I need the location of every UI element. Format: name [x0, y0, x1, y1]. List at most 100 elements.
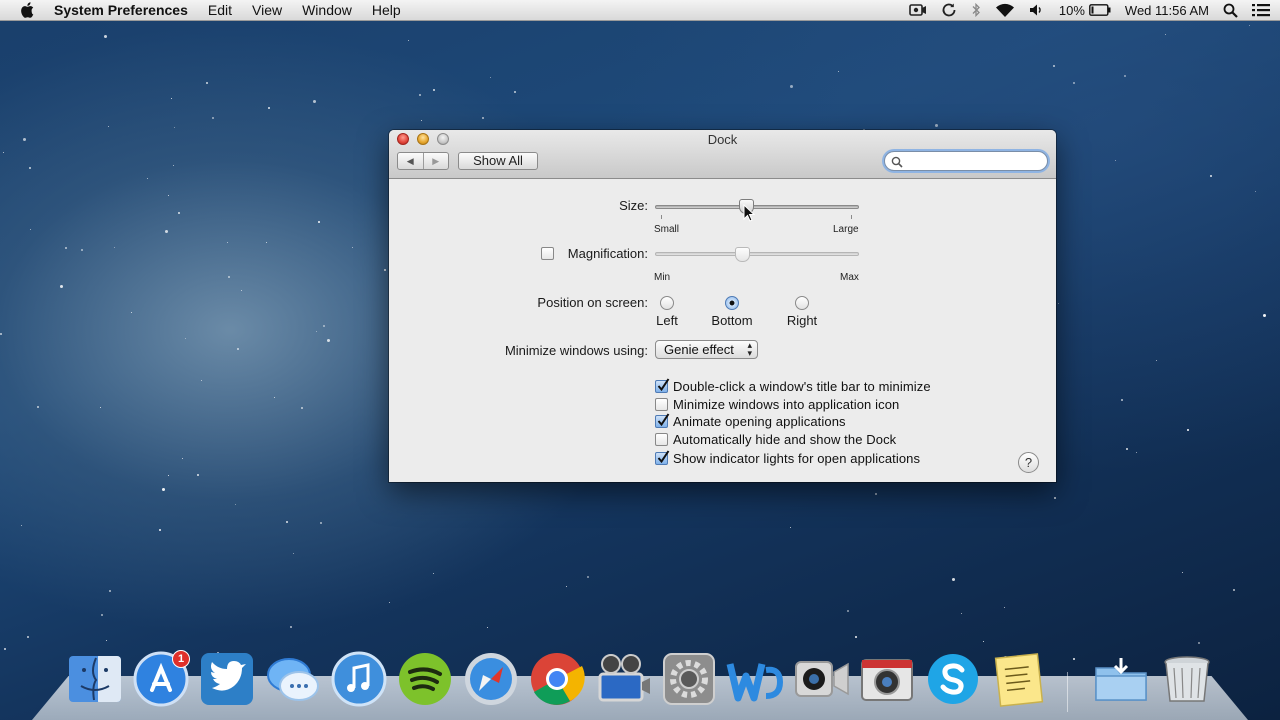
system-preferences-icon[interactable] [660, 650, 718, 708]
size-max-label: Large [833, 224, 859, 235]
search-field[interactable] [884, 151, 1048, 171]
star [1124, 75, 1126, 77]
screen-record-icon[interactable] [909, 3, 927, 17]
autohide-dock-label[interactable]: Automatically hide and show the Dock [673, 432, 896, 447]
chrome-icon[interactable] [528, 650, 586, 708]
facetime-icon[interactable] [792, 650, 850, 708]
star [318, 221, 320, 223]
star [201, 380, 202, 381]
downloads-folder-icon[interactable] [1092, 650, 1150, 708]
star [241, 290, 242, 291]
word-icon[interactable] [726, 650, 784, 708]
position-bottom-label[interactable]: Bottom [702, 313, 762, 328]
forward-button[interactable]: ▶ [422, 153, 449, 169]
star [514, 91, 516, 93]
minimize-into-icon-label[interactable]: Minimize windows into application icon [673, 397, 899, 412]
twitter-icon[interactable] [198, 650, 256, 708]
indicator-lights-checkbox[interactable] [655, 450, 670, 465]
star [790, 527, 791, 528]
star [60, 285, 63, 288]
animate-opening-label[interactable]: Animate opening applications [673, 414, 846, 429]
star [566, 586, 567, 587]
wifi-icon[interactable] [995, 3, 1015, 18]
time-machine-icon[interactable] [941, 2, 957, 18]
star [290, 626, 292, 628]
minimize-effect-popup[interactable]: Genie effect ▴ ▾ [655, 340, 758, 359]
photo-booth-icon[interactable] [858, 650, 916, 708]
position-right-label[interactable]: Right [777, 313, 827, 328]
star [274, 397, 275, 398]
star [1233, 589, 1235, 591]
position-left-label[interactable]: Left [647, 313, 687, 328]
star [109, 590, 111, 592]
trash-icon[interactable] [1158, 650, 1216, 708]
position-label: Position on screen: [537, 295, 648, 310]
star [1115, 160, 1116, 161]
star [197, 474, 199, 476]
help-button[interactable]: ? [1018, 452, 1039, 473]
minimize-into-icon-checkbox[interactable] [655, 398, 668, 411]
star [21, 525, 22, 526]
position-right-radio[interactable] [795, 296, 809, 310]
menu-window[interactable]: Window [302, 2, 352, 18]
magnification-slider-track[interactable] [655, 252, 859, 256]
back-button[interactable]: ◀ [398, 153, 423, 169]
autohide-dock-checkbox[interactable] [655, 433, 668, 446]
window-toolbar[interactable]: Dock ◀ ▶ Show All [389, 130, 1056, 179]
star [168, 475, 169, 476]
app-store-badge: 1 [172, 650, 190, 668]
indicator-lights-label[interactable]: Show indicator lights for open applicati… [673, 451, 920, 466]
star [0, 333, 2, 335]
star [587, 576, 589, 578]
star [1182, 572, 1183, 573]
imovie-icon[interactable] [594, 650, 652, 708]
double-click-minimize-label[interactable]: Double-click a window's title bar to min… [673, 379, 931, 394]
star [1121, 399, 1123, 401]
apple-menu-icon[interactable] [20, 2, 34, 18]
position-left-radio[interactable] [660, 296, 674, 310]
star [1156, 360, 1157, 361]
star [490, 77, 491, 78]
star [352, 247, 353, 248]
star [487, 627, 488, 628]
finder-icon[interactable] [66, 650, 124, 708]
star [227, 242, 228, 243]
size-slider-track[interactable] [655, 205, 859, 209]
spotlight-icon[interactable] [1223, 3, 1238, 18]
menu-edit[interactable]: Edit [208, 2, 232, 18]
animate-opening-checkbox[interactable] [655, 413, 670, 428]
notification-center-icon[interactable] [1252, 3, 1270, 17]
star [37, 406, 39, 408]
star [173, 165, 174, 166]
bluetooth-icon[interactable] [971, 2, 981, 18]
stickies-icon[interactable] [990, 650, 1048, 708]
search-icon [891, 156, 903, 168]
skype-icon[interactable] [924, 650, 982, 708]
menu-help[interactable]: Help [372, 2, 401, 18]
battery-percent[interactable]: 10% [1059, 3, 1085, 18]
show-all-button[interactable]: Show All [458, 152, 538, 170]
star [952, 578, 955, 581]
itunes-icon[interactable] [330, 650, 388, 708]
messages-icon[interactable] [264, 650, 322, 708]
magnification-slider-knob[interactable] [735, 247, 751, 262]
menu-view[interactable]: View [252, 2, 282, 18]
star [1136, 452, 1137, 453]
star [212, 117, 214, 119]
clock[interactable]: Wed 11:56 AM [1125, 3, 1209, 18]
star [235, 504, 236, 505]
star [838, 71, 839, 72]
menu-app-name[interactable]: System Preferences [54, 2, 188, 18]
safari-icon[interactable] [462, 650, 520, 708]
star [421, 120, 422, 121]
position-bottom-radio[interactable] [725, 296, 739, 310]
battery-icon[interactable] [1089, 4, 1111, 16]
double-click-minimize-checkbox[interactable] [655, 378, 670, 393]
star [4, 648, 6, 650]
star [433, 89, 435, 91]
star [408, 40, 409, 41]
star [1073, 658, 1075, 660]
volume-icon[interactable] [1029, 3, 1045, 17]
star [419, 94, 421, 96]
spotify-icon[interactable] [396, 650, 454, 708]
